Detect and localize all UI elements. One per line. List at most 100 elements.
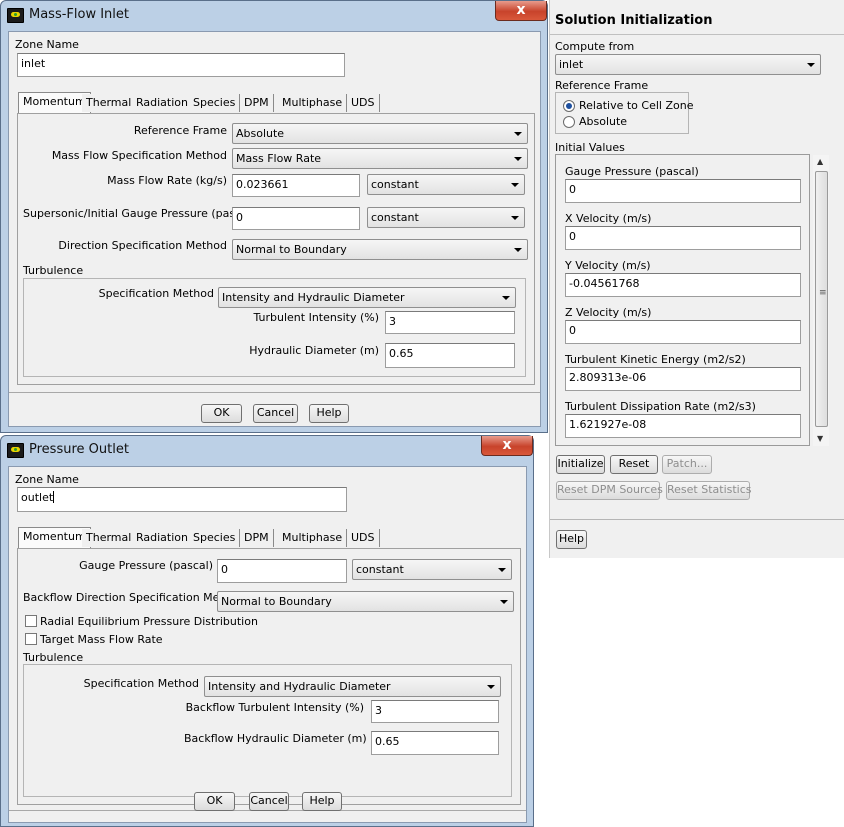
chevron-down-icon xyxy=(498,568,506,572)
text-caret xyxy=(53,491,55,503)
turbulence-label: Turbulence xyxy=(23,264,84,277)
absolute-label: Absolute xyxy=(579,115,628,128)
relative-cell-zone-label: Relative to Cell Zone xyxy=(579,99,694,112)
close-icon[interactable]: x xyxy=(481,436,533,456)
field-label: Y Velocity (m/s) xyxy=(565,259,651,272)
mass-flow-rate-label: Mass Flow Rate (kg/s) xyxy=(107,174,227,187)
compute-from-select[interactable]: inlet xyxy=(555,54,821,75)
mass-flow-rate-input[interactable]: 0.023661 xyxy=(232,174,360,197)
chevron-down-icon xyxy=(514,248,522,252)
inlet-tabs: Momentum Thermal Radiation Species DPM M… xyxy=(18,92,388,114)
tab-thermal[interactable]: Thermal xyxy=(82,94,137,112)
mass-flow-spec-select[interactable]: Mass Flow Rate xyxy=(232,148,528,169)
outlet-client-area: Zone Name outlet Momentum Thermal Radiat… xyxy=(8,466,527,823)
x-velocity-input[interactable]: 0 xyxy=(565,226,801,250)
patch-button[interactable]: Patch... xyxy=(662,455,712,474)
turb-spec-select[interactable]: Intensity and Hydraulic Diameter xyxy=(204,676,501,697)
turb-intensity-input[interactable]: 3 xyxy=(385,311,515,334)
scroll-up-icon[interactable]: ▲ xyxy=(817,157,823,166)
y-velocity-input[interactable]: -0.04561768 xyxy=(565,273,801,297)
tab-multiphase[interactable]: Multiphase xyxy=(278,529,348,547)
backflow-diameter-input[interactable]: 0.65 xyxy=(371,731,499,755)
reset-statistics-button[interactable]: Reset Statistics xyxy=(666,481,752,500)
gauge-pressure-input[interactable]: 0 xyxy=(217,559,347,583)
direction-spec-select[interactable]: Normal to Boundary xyxy=(232,239,528,260)
target-mass-flow-label: Target Mass Flow Rate xyxy=(40,633,163,646)
initial-values-label: Initial Values xyxy=(555,141,625,154)
gauge-pressure-input[interactable]: 0 xyxy=(565,179,801,203)
tab-momentum[interactable]: Momentum xyxy=(18,527,91,549)
initialize-button[interactable]: Initialize xyxy=(556,455,605,474)
close-icon[interactable]: x xyxy=(495,1,547,21)
pressure-outlet-dialog: Pressure Outlet x Zone Name outlet Momen… xyxy=(0,435,534,827)
tab-radiation[interactable]: Radiation xyxy=(132,94,193,112)
reset-button[interactable]: Reset xyxy=(610,455,658,474)
tab-momentum[interactable]: Momentum xyxy=(18,92,91,114)
gauge-pressure-profile-value: constant xyxy=(356,563,404,576)
ok-button[interactable]: OK xyxy=(194,792,235,811)
relative-cell-zone-radio[interactable] xyxy=(563,100,575,112)
zone-name-input[interactable]: outlet xyxy=(17,487,347,512)
tab-dpm[interactable]: DPM xyxy=(240,94,274,112)
target-mass-flow-checkbox[interactable] xyxy=(25,633,37,645)
inlet-client-area: Zone Name inlet Momentum Thermal Radiati… xyxy=(8,31,541,427)
cancel-button[interactable]: Cancel xyxy=(253,404,298,423)
field-label: Turbulent Kinetic Energy (m2/s2) xyxy=(565,353,746,366)
chevron-down-icon xyxy=(487,685,495,689)
gauge-pressure-label: Supersonic/Initial Gauge Pressure (pasca… xyxy=(23,207,256,220)
turb-intensity-label: Turbulent Intensity (%) xyxy=(253,311,379,324)
reference-frame-select[interactable]: Absolute xyxy=(232,123,528,144)
tab-thermal[interactable]: Thermal xyxy=(82,529,137,547)
backflow-intensity-input[interactable]: 3 xyxy=(371,700,499,723)
help-button[interactable]: Help xyxy=(302,792,342,811)
cancel-button[interactable]: Cancel xyxy=(249,792,289,811)
turbulent-dissipation-rate-input[interactable]: 1.621927e-08 xyxy=(565,414,801,438)
turbulent-kinetic-energy-input[interactable]: 2.809313e-06 xyxy=(565,367,801,391)
scrollbar-thumb[interactable]: ≡ xyxy=(815,171,828,427)
reset-dpm-sources-button[interactable]: Reset DPM Sources xyxy=(556,481,663,500)
zone-name-input[interactable]: inlet xyxy=(17,53,345,77)
outlet-momentum-panel: Gauge Pressure (pascal) 0 constant Backf… xyxy=(17,548,521,805)
mass-flow-rate-profile-value: constant xyxy=(371,178,419,191)
chevron-down-icon xyxy=(514,157,522,161)
reference-frame-value: Absolute xyxy=(236,127,285,140)
outlet-titlebar[interactable]: Pressure Outlet x xyxy=(1,436,533,464)
backflow-intensity-label: Backflow Turbulent Intensity (%) xyxy=(185,701,364,714)
ok-button[interactable]: OK xyxy=(201,404,242,423)
radial-equilibrium-checkbox[interactable] xyxy=(25,615,37,627)
scroll-down-icon[interactable]: ▼ xyxy=(817,434,823,443)
gauge-pressure-profile-select[interactable]: constant xyxy=(367,207,525,228)
tab-dpm[interactable]: DPM xyxy=(240,529,274,547)
tab-species[interactable]: Species xyxy=(189,94,241,112)
grip-icon: ≡ xyxy=(819,288,827,298)
tab-multiphase[interactable]: Multiphase xyxy=(278,94,348,112)
tab-species[interactable]: Species xyxy=(189,529,241,547)
help-button[interactable]: Help xyxy=(556,530,587,549)
mass-flow-inlet-dialog: Mass-Flow Inlet x Zone Name inlet Moment… xyxy=(0,0,548,433)
tab-uds[interactable]: UDS xyxy=(347,94,380,112)
direction-spec-value: Normal to Boundary xyxy=(236,243,347,256)
hydraulic-diameter-input[interactable]: 0.65 xyxy=(385,343,515,368)
chevron-down-icon xyxy=(511,216,519,220)
gauge-pressure-profile-select[interactable]: constant xyxy=(352,559,512,580)
fluent-app-icon xyxy=(7,443,24,458)
fluent-app-icon xyxy=(7,8,24,23)
turb-spec-select[interactable]: Intensity and Hydraulic Diameter xyxy=(218,287,516,308)
direction-spec-label: Direction Specification Method xyxy=(58,239,227,252)
reference-frame-label: Reference Frame xyxy=(555,79,649,92)
mass-flow-rate-profile-select[interactable]: constant xyxy=(367,174,525,195)
help-button[interactable]: Help xyxy=(309,404,349,423)
tab-radiation[interactable]: Radiation xyxy=(132,529,193,547)
gauge-pressure-input[interactable]: 0 xyxy=(232,207,360,230)
z-velocity-input[interactable]: 0 xyxy=(565,320,801,344)
inlet-titlebar[interactable]: Mass-Flow Inlet x xyxy=(1,1,547,29)
initial-values-scrollbar[interactable]: ▲ ≡ ▼ xyxy=(813,155,829,446)
backflow-direction-select[interactable]: Normal to Boundary xyxy=(217,591,514,612)
field-label: Z Velocity (m/s) xyxy=(565,306,652,319)
tab-uds[interactable]: UDS xyxy=(347,529,380,547)
mass-flow-spec-value: Mass Flow Rate xyxy=(236,152,322,165)
field-label: Turbulent Dissipation Rate (m2/s3) xyxy=(565,400,756,413)
absolute-radio[interactable] xyxy=(563,116,575,128)
turbulence-label: Turbulence xyxy=(23,651,84,664)
inlet-momentum-panel: Reference Frame Absolute Mass Flow Speci… xyxy=(17,113,535,385)
